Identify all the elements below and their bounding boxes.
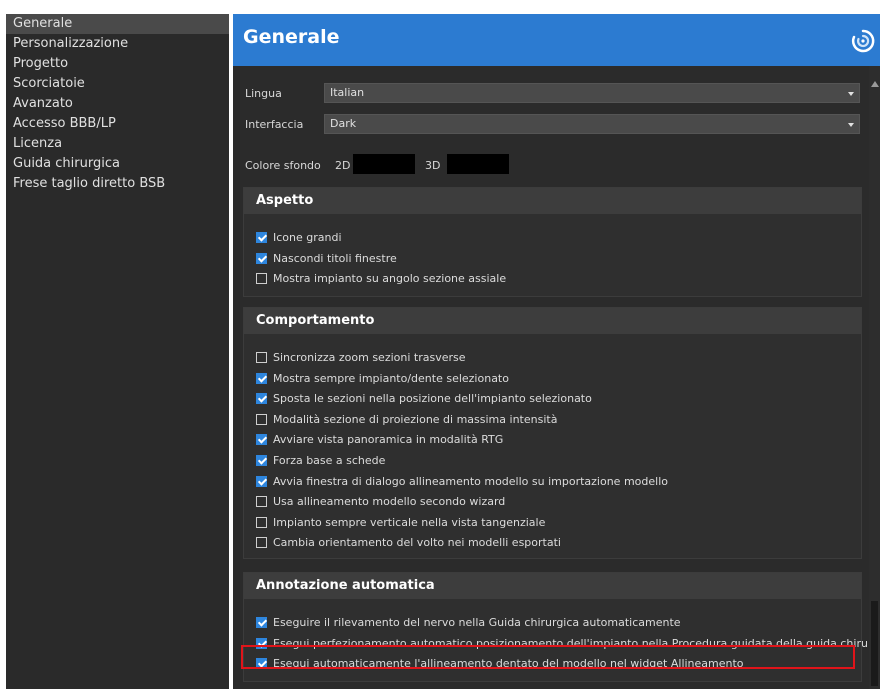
checkbox-option[interactable]: Forza base a schede xyxy=(256,453,385,469)
interface-select[interactable]: Dark xyxy=(324,114,860,134)
main-panel: Generale Lingua Italian Interfaccia Dark… xyxy=(233,14,880,689)
scrollbar-thumb[interactable] xyxy=(871,601,878,686)
checkbox-unchecked-icon[interactable] xyxy=(256,273,267,284)
checkbox-checked-icon[interactable] xyxy=(256,455,267,466)
checkbox-label: Usa allineamento modello secondo wizard xyxy=(273,495,506,509)
checkbox-label: Avvia finestra di dialogo allineamento m… xyxy=(273,474,668,488)
bg-color-label: Colore sfondo xyxy=(245,159,321,172)
group-title: Comportamento xyxy=(244,308,861,334)
sidebar-item[interactable]: Progetto xyxy=(6,54,229,74)
checkbox-label: Avviare vista panoramica in modalità RTG xyxy=(273,433,504,447)
page-title: Generale xyxy=(243,26,340,48)
checkbox-label: Esegui automaticamente l'allineamento de… xyxy=(273,657,744,670)
sidebar-item[interactable]: Personalizzazione xyxy=(6,34,229,54)
checkbox-unchecked-icon[interactable] xyxy=(256,352,267,363)
checkbox-unchecked-icon[interactable] xyxy=(256,537,267,549)
checkbox-label: Forza base a schede xyxy=(273,454,386,467)
group-aspetto: Aspetto Icone grandi Nascondi titoli fine… xyxy=(243,187,862,297)
scroll-up-arrow-icon[interactable] xyxy=(871,81,879,87)
chevron-down-icon xyxy=(848,123,854,127)
language-select[interactable]: Italian xyxy=(324,83,860,103)
checkbox-option[interactable]: Icone grandi xyxy=(256,230,342,246)
interface-value: Dark xyxy=(330,117,357,130)
checkbox-option[interactable]: Impianto sempre verticale nella vista ta… xyxy=(256,515,545,531)
sidebar-item[interactable]: Accesso BBB/LP xyxy=(6,114,229,134)
settings-content: Lingua Italian Interfaccia Dark Colore s… xyxy=(233,66,880,689)
sidebar-item[interactable]: Scorciatoie xyxy=(6,74,229,94)
checkbox-option[interactable]: Sincronizza zoom sezioni trasverse xyxy=(256,350,466,366)
group-annotazione-automatica: Annotazione automatica Eseguire il rilev… xyxy=(243,572,880,682)
checkbox-label: Esegui perfezionamento automatico posizi… xyxy=(273,636,880,650)
checkbox-label: Nascondi titoli finestre xyxy=(273,251,397,265)
checkbox-option[interactable]: Nascondi titoli finestre xyxy=(256,251,397,267)
checkbox-label: Cambia orientamento del volto nei modell… xyxy=(273,536,561,550)
checkbox-option[interactable]: Avvia finestra di dialogo allineamento m… xyxy=(256,474,668,490)
checkbox-checked-icon[interactable] xyxy=(256,232,267,243)
checkbox-label: Sposta le sezioni nella posizione dell'i… xyxy=(273,392,592,406)
checkbox-unchecked-icon[interactable] xyxy=(256,496,267,508)
vertical-scrollbar[interactable] xyxy=(869,66,880,689)
checkbox-label: Modalità sezione di proiezione di massim… xyxy=(273,412,558,426)
checkbox-checked-icon[interactable] xyxy=(256,637,267,649)
checkbox-label: Impianto sempre verticale nella vista ta… xyxy=(273,515,546,529)
bg-2d-color-swatch[interactable] xyxy=(353,154,415,174)
sidebar-item[interactable]: Guida chirurgica xyxy=(6,154,229,174)
language-label: Lingua xyxy=(245,87,282,100)
bg-3d-label: 3D xyxy=(425,159,441,172)
swirl-logo-icon xyxy=(851,29,875,53)
bg-2d-label: 2D xyxy=(335,159,351,172)
checkbox-option[interactable]: Mostra sempre impianto/dente selezionato xyxy=(256,371,509,387)
checkbox-option[interactable]: Eseguire il rilevamento del nervo nella … xyxy=(256,615,681,631)
checkbox-label: Icone grandi xyxy=(273,231,342,244)
group-comportamento: Comportamento Sincronizza zoom sezioni t… xyxy=(243,307,862,559)
sidebar-item[interactable]: Frese taglio diretto BSB xyxy=(6,174,229,194)
bg-3d-color-swatch[interactable] xyxy=(447,154,509,174)
sidebar-item[interactable]: Generale xyxy=(6,14,229,34)
checkbox-label: Eseguire il rilevamento del nervo nella … xyxy=(273,616,681,629)
checkbox-checked-icon[interactable] xyxy=(256,434,267,446)
checkbox-checked-icon[interactable] xyxy=(256,617,267,628)
checkbox-option[interactable]: Esegui automaticamente l'allineamento de… xyxy=(256,656,744,672)
language-value: Italian xyxy=(330,86,365,99)
checkbox-unchecked-icon[interactable] xyxy=(256,413,267,425)
checkbox-checked-icon[interactable] xyxy=(256,475,267,487)
checkbox-label: Mostra sempre impianto/dente selezionato xyxy=(273,371,509,385)
checkbox-checked-icon[interactable] xyxy=(256,393,267,405)
interface-label: Interfaccia xyxy=(245,118,304,131)
checkbox-label: Mostra impianto su angolo sezione assial… xyxy=(273,272,507,285)
chevron-down-icon xyxy=(848,92,854,96)
preferences-window: Generale Personalizzazione Progetto Scorcia… xyxy=(0,0,880,689)
group-title: Aspetto xyxy=(244,188,861,214)
page-header: Generale xyxy=(233,14,880,66)
group-title: Annotazione automatica xyxy=(244,573,861,599)
checkbox-option[interactable]: Cambia orientamento del volto nei modell… xyxy=(256,535,561,551)
checkbox-option[interactable]: Sposta le sezioni nella posizione dell'i… xyxy=(256,391,592,407)
checkbox-option[interactable]: Modalità sezione di proiezione di massim… xyxy=(256,412,557,428)
checkbox-checked-icon[interactable] xyxy=(256,372,267,384)
sidebar-item[interactable]: Avanzato xyxy=(6,94,229,114)
checkbox-label: Sincronizza zoom sezioni trasverse xyxy=(273,351,466,364)
checkbox-option[interactable]: Usa allineamento modello secondo wizard xyxy=(256,494,505,510)
checkbox-unchecked-icon[interactable] xyxy=(256,516,267,528)
checkbox-checked-icon[interactable] xyxy=(256,252,267,264)
sidebar-item[interactable]: Licenza xyxy=(6,134,229,154)
checkbox-checked-icon[interactable] xyxy=(256,658,267,669)
checkbox-option[interactable]: Mostra impianto su angolo sezione assial… xyxy=(256,271,506,287)
checkbox-option[interactable]: Avviare vista panoramica in modalità RTG xyxy=(256,432,503,448)
sidebar: Generale Personalizzazione Progetto Scorcia… xyxy=(6,14,229,689)
checkbox-option[interactable]: Esegui perfezionamento automatico posizi… xyxy=(256,636,880,652)
